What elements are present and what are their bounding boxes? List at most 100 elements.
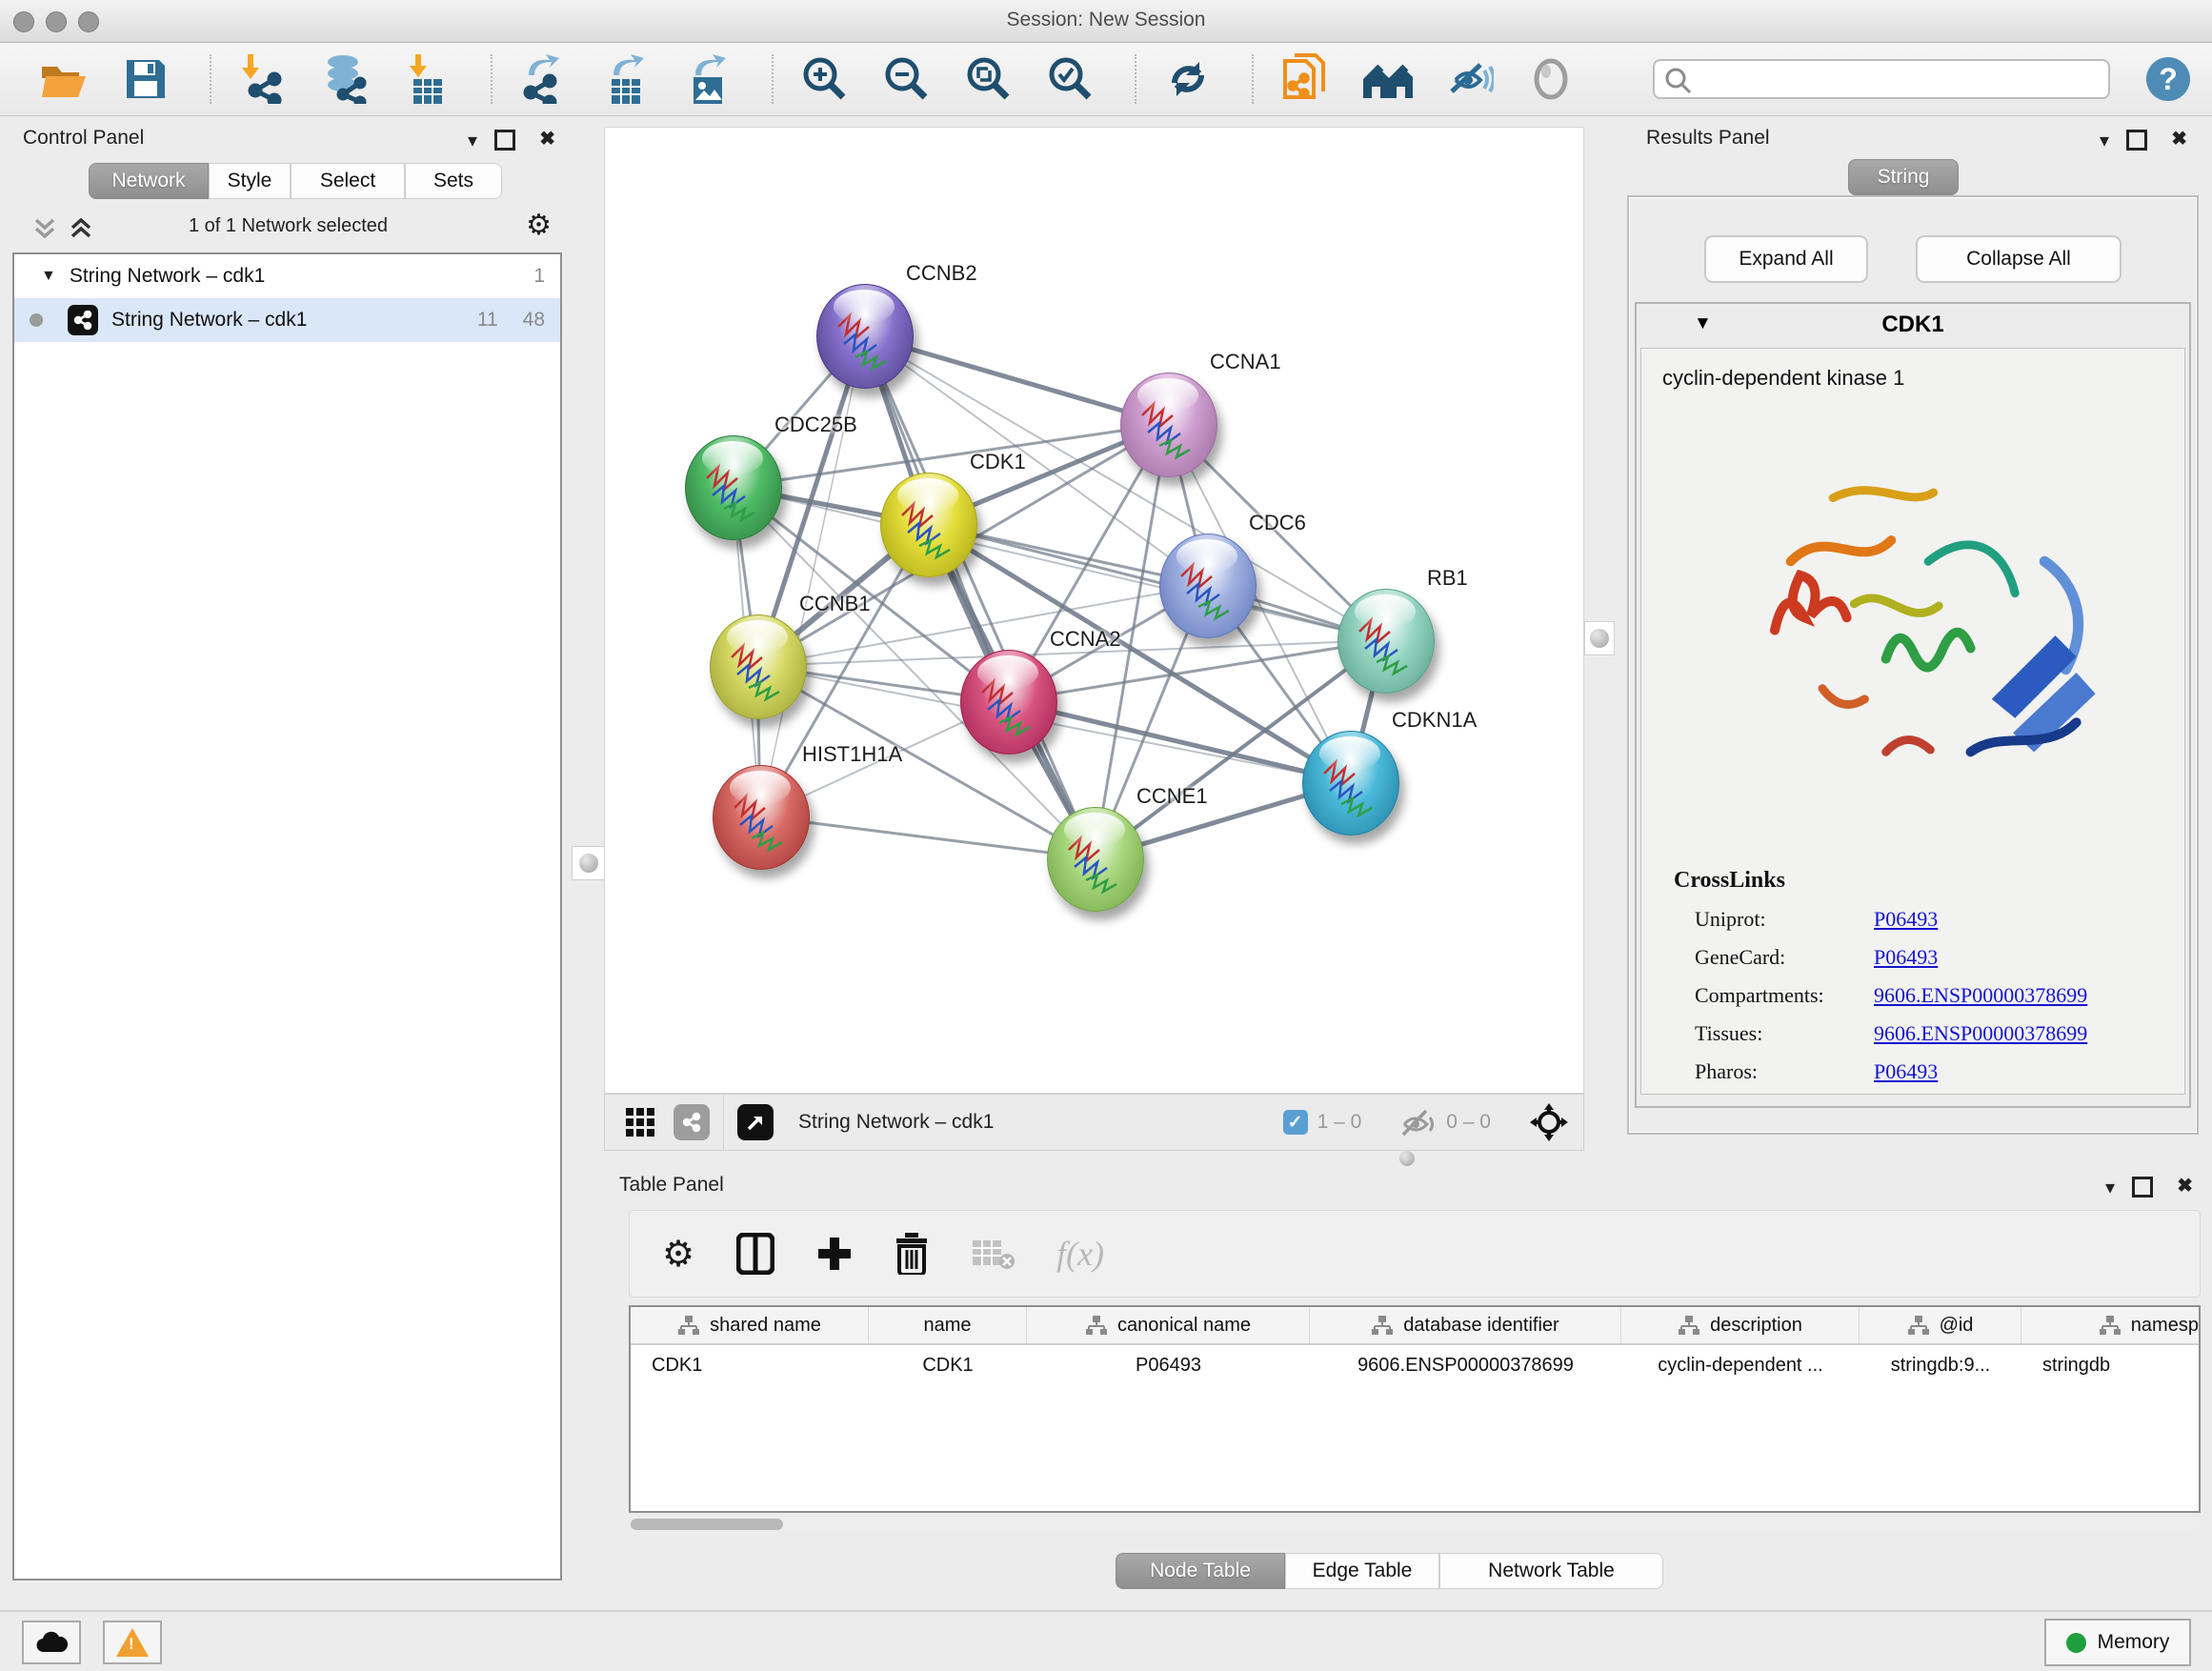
node-label-ccna2: CCNA2 (1050, 627, 1121, 652)
save-session-icon[interactable] (120, 53, 171, 105)
zoom-out-icon[interactable] (881, 53, 933, 105)
network-node-rb1[interactable] (1337, 589, 1435, 694)
network-collection-row[interactable]: ▼ String Network – cdk1 1 (14, 254, 560, 298)
table-row[interactable]: CDK1CDK1P064939606.ENSP00000378699cyclin… (631, 1345, 2199, 1385)
column-header-id[interactable]: @id (1860, 1307, 2021, 1343)
cloud-status-button[interactable] (22, 1621, 81, 1664)
tab-network[interactable]: Network (89, 163, 209, 199)
network-node-ccnb1[interactable] (710, 614, 807, 719)
scrollbar-thumb[interactable] (631, 1519, 783, 1530)
hide-glass-eye-icon[interactable] (1443, 53, 1495, 105)
tab-node-table[interactable]: Node Table (1116, 1553, 1285, 1589)
float-panel-icon[interactable] (494, 130, 515, 151)
collapse-panel-icon[interactable]: ▾ (468, 129, 477, 152)
horizontal-splitter-grip[interactable] (1389, 1150, 1425, 1167)
tab-edge-table[interactable]: Edge Table (1285, 1553, 1439, 1589)
zoom-in-icon[interactable] (799, 53, 851, 105)
column-header-name[interactable]: name (869, 1307, 1027, 1343)
export-table-icon[interactable] (600, 53, 652, 105)
network-node-ccna1[interactable] (1120, 372, 1217, 477)
table-cell[interactable]: CDK1 (869, 1355, 1027, 1377)
crosslink-link[interactable]: P06493 (1874, 945, 1938, 970)
birdseye-view-icon[interactable] (737, 1104, 774, 1140)
crosslink-link[interactable]: P06493 (1874, 1059, 1938, 1084)
show-columns-icon[interactable] (736, 1233, 774, 1275)
column-header-namespace[interactable]: namespace (2021, 1307, 2201, 1343)
network-node-hist1h1a[interactable] (713, 765, 810, 870)
hidden-elements-icon[interactable] (1398, 1106, 1437, 1138)
refresh-layout-icon[interactable] (1162, 53, 1214, 105)
vertical-splitter-grip[interactable] (1584, 621, 1615, 655)
search-field-wrap (1653, 59, 2110, 99)
network-node-ccne1[interactable] (1047, 807, 1144, 912)
zoom-selected-icon[interactable] (1045, 53, 1096, 105)
import-network-database-icon[interactable] (319, 53, 371, 105)
memory-button[interactable]: Memory (2044, 1619, 2191, 1666)
close-panel-icon[interactable]: ✖ (539, 127, 555, 151)
tab-select[interactable]: Select (291, 163, 405, 199)
show-glass-eye-icon[interactable] (1525, 53, 1577, 105)
collapse-panel-icon[interactable]: ▾ (2100, 129, 2109, 152)
close-panel-icon[interactable]: ✖ (2177, 1174, 2193, 1198)
network-node-cdc25b[interactable] (685, 435, 782, 540)
create-column-plus-icon[interactable] (816, 1236, 853, 1272)
import-network-file-icon[interactable] (237, 53, 289, 105)
column-header-description[interactable]: description (1621, 1307, 1860, 1343)
crosslink-link[interactable]: 9606.ENSP00000378699 (1874, 983, 2087, 1008)
application-window: Session: New Session (0, 0, 2212, 1671)
column-header-sharedname[interactable]: shared name (631, 1307, 869, 1343)
crosslink-link[interactable]: P06493 (1874, 907, 1938, 932)
network-node-ccnb2[interactable] (816, 284, 914, 389)
open-session-icon[interactable] (38, 53, 90, 105)
column-header-databaseidentifier[interactable]: database identifier (1310, 1307, 1621, 1343)
tab-sets[interactable]: Sets (405, 163, 502, 199)
zoom-fit-icon[interactable] (963, 53, 1015, 105)
vertical-splitter-grip[interactable] (572, 846, 606, 880)
network-node-cdk1[interactable] (880, 473, 977, 577)
collapse-all-button[interactable]: Collapse All (1916, 235, 2122, 283)
tab-network-table[interactable]: Network Table (1439, 1553, 1663, 1589)
tree-expander-icon[interactable]: ▼ (41, 268, 56, 285)
search-input[interactable] (1653, 59, 2110, 99)
node-label-rb1: RB1 (1427, 566, 1468, 591)
column-header-canonicalname[interactable]: canonical name (1027, 1307, 1310, 1343)
import-table-file-icon[interactable] (401, 53, 452, 105)
table-cell[interactable]: CDK1 (631, 1355, 869, 1377)
close-panel-icon[interactable]: ✖ (2171, 127, 2187, 151)
table-cell[interactable]: stringdb:9... (1860, 1355, 2021, 1377)
warnings-button[interactable]: ! (103, 1621, 162, 1664)
network-view-canvas[interactable]: CCNB2CCNA1CDC25BCDK1CDC6RB1CCNB1CCNA2CDK… (604, 127, 1584, 1094)
table-cell[interactable]: stringdb (2021, 1355, 2201, 1377)
table-horizontal-scrollbar[interactable] (629, 1517, 2201, 1532)
network-row-selected[interactable]: String Network – cdk1 11 48 (14, 298, 560, 342)
crosslink-link[interactable]: 9606.ENSP00000378699 (1874, 1021, 2087, 1046)
table-options-gear-icon[interactable]: ⚙ (662, 1236, 694, 1272)
float-panel-icon[interactable] (2132, 1177, 2153, 1198)
help-button[interactable]: ? (2146, 57, 2190, 101)
collapse-panel-icon[interactable]: ▾ (2105, 1176, 2115, 1199)
export-network-icon[interactable] (518, 53, 570, 105)
table-cell[interactable]: cyclin-dependent ... (1621, 1355, 1860, 1377)
export-image-icon[interactable] (682, 53, 734, 105)
warning-icon: ! (116, 1628, 149, 1657)
network-node-ccna2[interactable] (960, 650, 1057, 755)
table-cell[interactable]: 9606.ENSP00000378699 (1310, 1355, 1621, 1377)
selected-nodes-checkbox[interactable]: ✓ (1283, 1110, 1308, 1135)
delete-column-trash-icon[interactable] (895, 1233, 929, 1275)
grid-view-icon[interactable] (626, 1108, 654, 1137)
string-home-icon[interactable] (1361, 53, 1413, 105)
string-style-icon[interactable] (674, 1104, 710, 1140)
network-node-cdc6[interactable] (1159, 534, 1257, 638)
expand-all-button[interactable]: Expand All (1704, 235, 1868, 283)
current-network-bullet-icon (30, 313, 43, 327)
network-options-gear-icon[interactable]: ⚙ (526, 211, 552, 240)
float-panel-icon[interactable] (2126, 130, 2147, 151)
table-cell[interactable]: P06493 (1027, 1355, 1310, 1377)
tab-style[interactable]: Style (209, 163, 291, 199)
tab-string[interactable]: String (1848, 159, 1959, 195)
toolbar-separator (1135, 54, 1137, 104)
crosslinks-heading: CrossLinks (1674, 868, 2184, 894)
fit-content-crosshair-icon[interactable] (1528, 1101, 1570, 1143)
network-node-cdkn1a[interactable] (1302, 731, 1399, 836)
string-protein-query-icon[interactable] (1279, 53, 1331, 105)
